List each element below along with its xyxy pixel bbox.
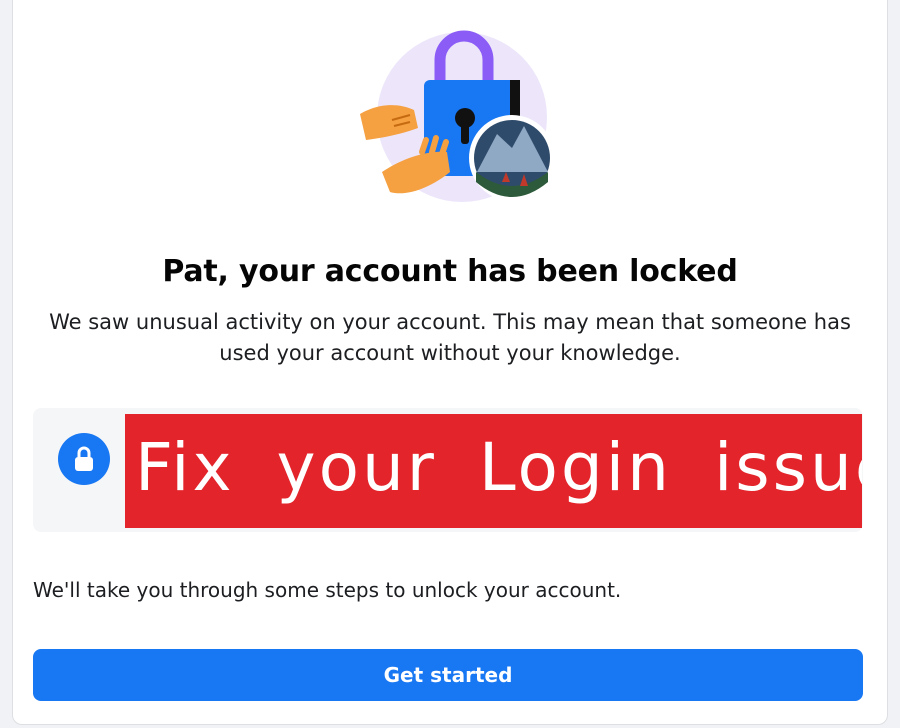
page-title: Pat, your account has been locked [162, 254, 738, 289]
lock-icon [58, 433, 110, 485]
account-locked-illustration [360, 30, 555, 202]
steps-text: We'll take you through some steps to unl… [33, 578, 622, 602]
locked-description: We saw unusual activity on your account.… [49, 310, 851, 365]
fix-login-banner: Fix your Login issues [125, 414, 862, 528]
get-started-button[interactable]: Get started [33, 649, 863, 701]
